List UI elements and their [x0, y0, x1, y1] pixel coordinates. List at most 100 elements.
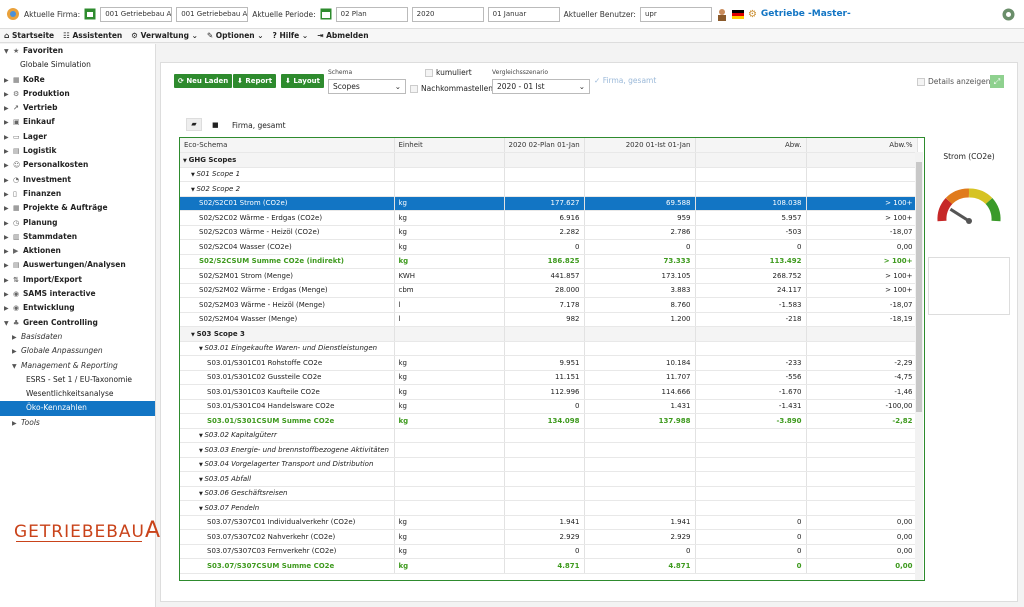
sidebar-arrow-icon: ▶ — [4, 190, 9, 198]
sidebar-item-13[interactable]: ▶ ▥ Stammdaten — [0, 230, 155, 244]
firma-name-field[interactable]: 001 Getriebebau AG — [176, 6, 249, 22]
logo-underline — [16, 541, 142, 542]
user-avatar-icon[interactable] — [716, 8, 728, 21]
table-row[interactable]: ▼ S03.04 Vorgelagerter Transport und Dis… — [180, 457, 918, 472]
sidebar-item-21[interactable]: ▶ Globale Anpassungen — [0, 344, 155, 358]
table-row[interactable]: ▼ S03.07 Pendeln — [180, 500, 918, 516]
col-eco-schema[interactable]: Eco-Schema — [180, 138, 395, 153]
table-row[interactable]: S02/S2M01 Strom (Menge) KWH 441.857 173.105… — [180, 268, 918, 284]
menu-optionen[interactable]: ✎ Optionen ⌄ — [207, 31, 264, 40]
details-checkbox[interactable]: Details anzeigen — [917, 77, 991, 86]
sidebar-item-19[interactable]: ▼ ♣ Green Controlling — [0, 316, 155, 330]
menu-abmelden[interactable]: ⇥ Abmelden — [317, 31, 368, 40]
col-abw[interactable]: Abw. — [695, 138, 807, 153]
table-row[interactable]: S03.01/S301C02 Gussteile CO2e kg 11.151 11.… — [180, 370, 918, 385]
table-row[interactable]: ▼ S03.02 Kapitalgüterr — [180, 428, 918, 443]
col-ist[interactable]: 2020 01-Ist 01-Jan — [584, 138, 696, 153]
scroll-thumb[interactable] — [916, 162, 922, 412]
folder-icon[interactable]: ■ — [212, 121, 219, 129]
sidebar-item-14[interactable]: ▶ ▶ Aktionen — [0, 244, 155, 258]
german-flag-icon[interactable] — [731, 9, 744, 19]
sidebar-item-7[interactable]: ▶ ▤ Logistik — [0, 144, 155, 158]
folder-open-icon[interactable]: ▰ — [186, 118, 202, 131]
table-row[interactable]: S02/S2M03 Wärme - Heizöl (Menge) l 7.178 8.… — [180, 297, 918, 313]
table-row[interactable]: S03.01/S301C03 Kaufteile CO2e kg 112.996 11… — [180, 384, 918, 400]
cell-label: S02/S2CSUM Summe CO2e (indirekt) — [180, 254, 395, 269]
table-row[interactable]: S02/S2C02 Wärme - Erdgas (CO2e) kg 6.916 95… — [180, 210, 918, 226]
jahr-field[interactable]: 2020 — [411, 6, 484, 22]
sidebar-item-9[interactable]: ▶ ◔ Investment — [0, 173, 155, 187]
table-row[interactable]: S03.07/S307C02 Nahverkehr (CO2e) kg 2.929 2… — [180, 529, 918, 545]
table-row[interactable]: S02/S2CSUM Summe CO2e (indirekt) kg 186.82… — [180, 254, 918, 269]
table-row[interactable]: S03.07/S307CSUM Summe CO2e kg 4.871 4.871 0 0… — [180, 558, 918, 574]
table-row[interactable]: ▼ S03.01 Eingekaufte Waren- und Dienstle… — [180, 341, 918, 356]
col-einheit[interactable]: Einheit — [394, 138, 505, 153]
table-row[interactable]: ▼ S01 Scope 1 — [180, 167, 918, 182]
kumuliert-checkbox[interactable]: kumuliert — [425, 68, 472, 77]
table-row[interactable]: S02/S2C04 Wasser (CO2e) kg 0 0 0 0,00 — [180, 239, 918, 255]
sidebar-item-0[interactable]: ▼ ★ Favoriten — [0, 44, 155, 58]
sidebar-item-10[interactable]: ▶ ▯ Finanzen — [0, 187, 155, 201]
sidebar-item-17[interactable]: ▶ ◉ SAMS interactive — [0, 287, 155, 301]
sidebar-item-12[interactable]: ▶ ◷ Planung — [0, 216, 155, 230]
menu-hilfe[interactable]: ? Hilfe ⌄ — [273, 31, 309, 40]
sidebar-item-1[interactable]: Globale Simulation — [0, 58, 155, 72]
sidebar-item-23[interactable]: ESRS - Set 1 / EU-Taxonomie — [0, 373, 155, 387]
expand-icon[interactable]: ⤢ — [990, 75, 1004, 88]
vergleich-select[interactable]: 2020 - 01 Ist ⌄ — [492, 79, 590, 94]
firma-code-field[interactable]: 001 Getriebebau AG — [100, 6, 173, 22]
table-row[interactable]: ▼ S03.06 Geschäftsreisen — [180, 486, 918, 501]
menu-assistenten[interactable]: ☷ Assistenten — [63, 31, 122, 40]
grid-scrollbar[interactable] — [915, 152, 923, 580]
table-row[interactable]: S03.01/S301CSUM Summe CO2e kg 134.098 137.9… — [180, 413, 918, 429]
table-row[interactable]: S02/S2M04 Wasser (Menge) l 982 1.200 -218 -18… — [180, 312, 918, 327]
neu-laden-button[interactable]: ⟳ Neu Laden — [174, 74, 233, 88]
cell-ist: 0 — [584, 544, 696, 559]
table-row[interactable]: S03.07/S307C03 Fernverkehr (CO2e) kg 0 0 0 0,… — [180, 544, 918, 559]
calendar-icon[interactable] — [320, 8, 332, 20]
sidebar-item-20[interactable]: ▶ Basisdaten — [0, 330, 155, 344]
firma-picker-icon[interactable] — [84, 8, 96, 20]
gear-icon[interactable]: ⚙ — [748, 9, 757, 20]
col-plan[interactable]: 2020 02-Plan 01-Jan — [504, 138, 585, 153]
table-row[interactable]: ▼ GHG Scopes — [180, 152, 918, 168]
schema-select[interactable]: Scopes ⌄ — [328, 79, 406, 94]
sidebar-item-4[interactable]: ▶ ↗ Vertrieb — [0, 101, 155, 115]
col-abw-pct[interactable]: Abw.% — [806, 138, 918, 153]
sidebar-item-24[interactable]: Wesentlichkeitsanalyse — [0, 387, 155, 401]
table-row[interactable]: ▼ S03 Scope 3 — [180, 326, 918, 342]
table-row[interactable]: S02/S2M02 Wärme - Erdgas (Menge) cbm 28.00… — [180, 283, 918, 298]
table-row[interactable]: ▼ S02 Scope 2 — [180, 181, 918, 197]
settings-round-icon[interactable] — [1002, 8, 1015, 21]
nachkomma-checkbox[interactable]: Nachkommastellen — [410, 84, 493, 93]
sidebar-arrow-icon: ▶ — [4, 233, 9, 241]
sidebar-item-15[interactable]: ▶ ▤ Auswertungen/Analysen — [0, 258, 155, 272]
layout-button[interactable]: ⬇ Layout — [281, 74, 324, 88]
table-row[interactable]: ▼ S03.03 Energie- und brennstoffbezogene… — [180, 442, 918, 458]
sidebar-item-5[interactable]: ▶ ▣ Einkauf — [0, 115, 155, 129]
table-row[interactable]: S02/S2C01 Strom (CO2e) kg 177.627 69.588 108… — [180, 196, 918, 211]
table-row[interactable]: S03.07/S307C01 Individualverkehr (CO2e) k… — [180, 515, 918, 530]
sidebar-item-22[interactable]: ▼ Management & Reporting — [0, 359, 155, 373]
sidebar-item-25[interactable]: Öko-Kennzahlen — [0, 401, 155, 416]
report-button[interactable]: ⬇ Report — [233, 74, 277, 88]
periode-field[interactable]: 02 Plan — [335, 6, 408, 22]
benutzer-field[interactable]: upr — [639, 6, 712, 22]
datum-field[interactable]: 01 Januar — [487, 6, 560, 22]
sidebar-item-2[interactable]: ▶ ▦ KoRe — [0, 73, 155, 87]
cell-abw — [695, 428, 807, 443]
sidebar-item-11[interactable]: ▶ ▦ Projekte & Aufträge — [0, 201, 155, 215]
table-row[interactable]: ▼ S03.05 Abfall — [180, 471, 918, 487]
sidebar-item-6[interactable]: ▶ ▭ Lager — [0, 130, 155, 144]
sidebar-item-16[interactable]: ▶ ⇅ Import/Export — [0, 273, 155, 287]
menu-startseite[interactable]: ⌂ Startseite — [4, 31, 54, 40]
firma-gesamt-toggle[interactable]: ✓ Firma, gesamt — [594, 76, 656, 85]
table-row[interactable]: S03.01/S301C01 Rohstoffe CO2e kg 9.951 10.1… — [180, 355, 918, 371]
sidebar-item-18[interactable]: ▶ ◉ Entwicklung — [0, 301, 155, 315]
menu-verwaltung[interactable]: ⚙ Verwaltung ⌄ — [131, 31, 198, 40]
table-row[interactable]: S02/S2C03 Wärme - Heizöl (CO2e) kg 2.282 2.… — [180, 225, 918, 240]
sidebar-item-8[interactable]: ▶ ☺ Personalkosten — [0, 158, 155, 172]
table-row[interactable]: S03.01/S301C04 Handelsware CO2e kg 0 1.431-… — [180, 399, 918, 414]
sidebar-item-26[interactable]: ▶ Tools — [0, 416, 155, 430]
sidebar-item-3[interactable]: ▶ ⚙ Produktion — [0, 87, 155, 101]
